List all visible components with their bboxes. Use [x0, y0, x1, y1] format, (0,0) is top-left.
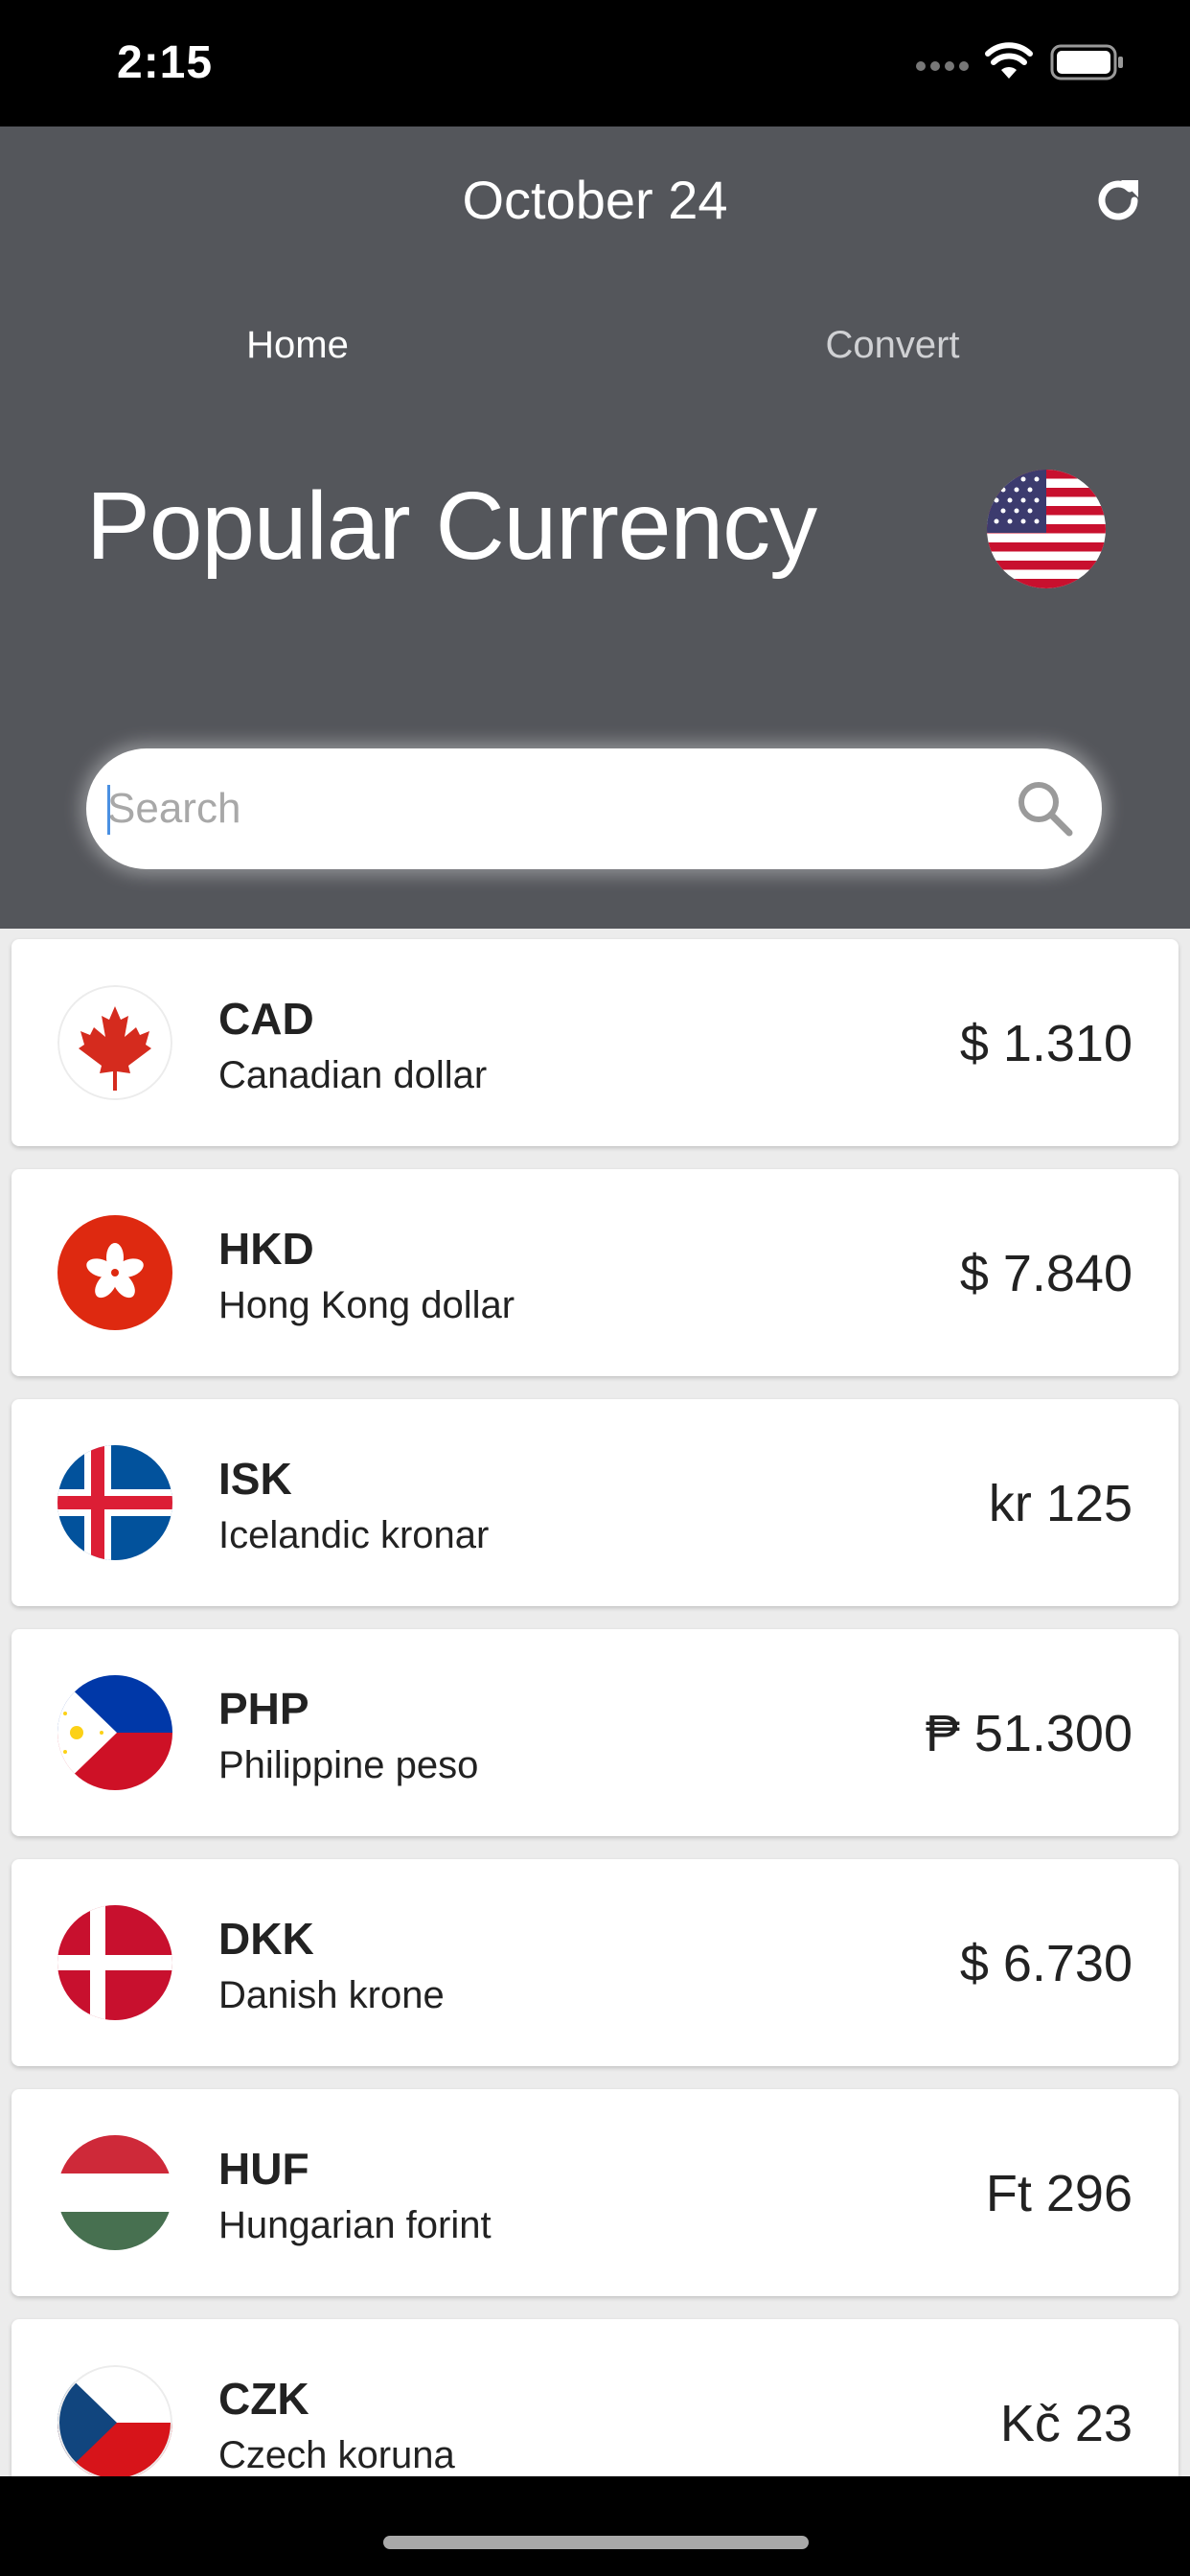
currency-card-php[interactable]: PHP Philippine peso ₱ 51.300	[11, 1629, 1179, 1836]
currency-card-huf[interactable]: HUF Hungarian forint Ft 296	[11, 2089, 1179, 2296]
refresh-icon	[1098, 180, 1138, 220]
search-icon[interactable]	[1014, 777, 1077, 845]
currency-card-czk[interactable]: CZK Czech koruna Kč 23	[11, 2319, 1179, 2476]
czech-flag-icon	[57, 2365, 172, 2476]
page-title: Popular Currency	[86, 472, 817, 580]
status-bar: 2:15	[0, 0, 1190, 126]
currency-rate: kr 125	[988, 1475, 1133, 1532]
currency-rate: $ 6.730	[959, 1935, 1133, 1992]
status-time: 2:15	[117, 37, 214, 88]
tab-convert[interactable]: Convert	[595, 299, 1190, 414]
currency-name: Icelandic kronar	[218, 1514, 490, 1556]
us-flag-icon[interactable]	[987, 470, 1106, 588]
battery-icon	[1050, 44, 1127, 85]
currency-name: Hong Kong dollar	[218, 1284, 515, 1326]
currency-rate: Ft 296	[985, 2165, 1133, 2222]
home-indicator[interactable]	[383, 2536, 809, 2549]
header-date: October 24	[462, 170, 728, 230]
currency-code: ISK	[218, 1454, 292, 1504]
tab-bar: Home Convert	[0, 299, 1190, 586]
refhesh-button[interactable]	[1090, 172, 1146, 233]
philippines-flag-icon	[57, 1675, 172, 1790]
currency-code: PHP	[218, 1684, 309, 1734]
currency-code: CZK	[218, 2374, 309, 2424]
currency-name: Czech koruna	[218, 2434, 455, 2476]
app-header: October 24 Home Convert	[0, 126, 1190, 586]
currency-code: DKK	[218, 1914, 314, 1964]
currency-code: HKD	[218, 1224, 314, 1274]
currency-code: CAD	[218, 994, 314, 1044]
currency-card-hkd[interactable]: HKD Hong Kong dollar $ 7.840	[11, 1169, 1179, 1376]
text-caret	[107, 785, 110, 835]
home-indicator-bar	[0, 2476, 1190, 2576]
signal-dots-icon	[915, 59, 971, 78]
hero-section: Popular Currency	[0, 414, 1190, 929]
currency-code: HUF	[218, 2144, 309, 2194]
currency-list: CAD Canadian dollar $ 1.310 HKD Hong Kon…	[0, 929, 1190, 2476]
currency-card-isk[interactable]: ISK Icelandic kronar kr 125	[11, 1399, 1179, 1606]
currency-name: Philippine peso	[218, 1744, 479, 1786]
canada-flag-icon	[57, 985, 172, 1100]
currency-rate: Kč 23	[999, 2395, 1133, 2452]
currency-name: Canadian dollar	[218, 1054, 488, 1096]
currency-rate: $ 7.840	[959, 1245, 1133, 1302]
currency-name: Hungarian forint	[218, 2204, 492, 2246]
search-input[interactable]	[107, 748, 1008, 869]
tab-home[interactable]: Home	[0, 299, 595, 414]
denmark-flag-icon	[57, 1905, 172, 2020]
currency-card-cad[interactable]: CAD Canadian dollar $ 1.310	[11, 939, 1179, 1146]
currency-rate: $ 1.310	[959, 1015, 1133, 1072]
wifi-icon	[985, 42, 1033, 85]
currency-name: Danish krone	[218, 1974, 445, 2016]
currency-card-dkk[interactable]: DKK Danish krone $ 6.730	[11, 1859, 1179, 2066]
search-bar	[86, 748, 1102, 869]
hungary-flag-icon	[57, 2135, 172, 2250]
hong-kong-flag-icon	[57, 1215, 172, 1330]
iceland-flag-icon	[57, 1445, 172, 1560]
currency-rate: ₱ 51.300	[925, 1705, 1133, 1762]
